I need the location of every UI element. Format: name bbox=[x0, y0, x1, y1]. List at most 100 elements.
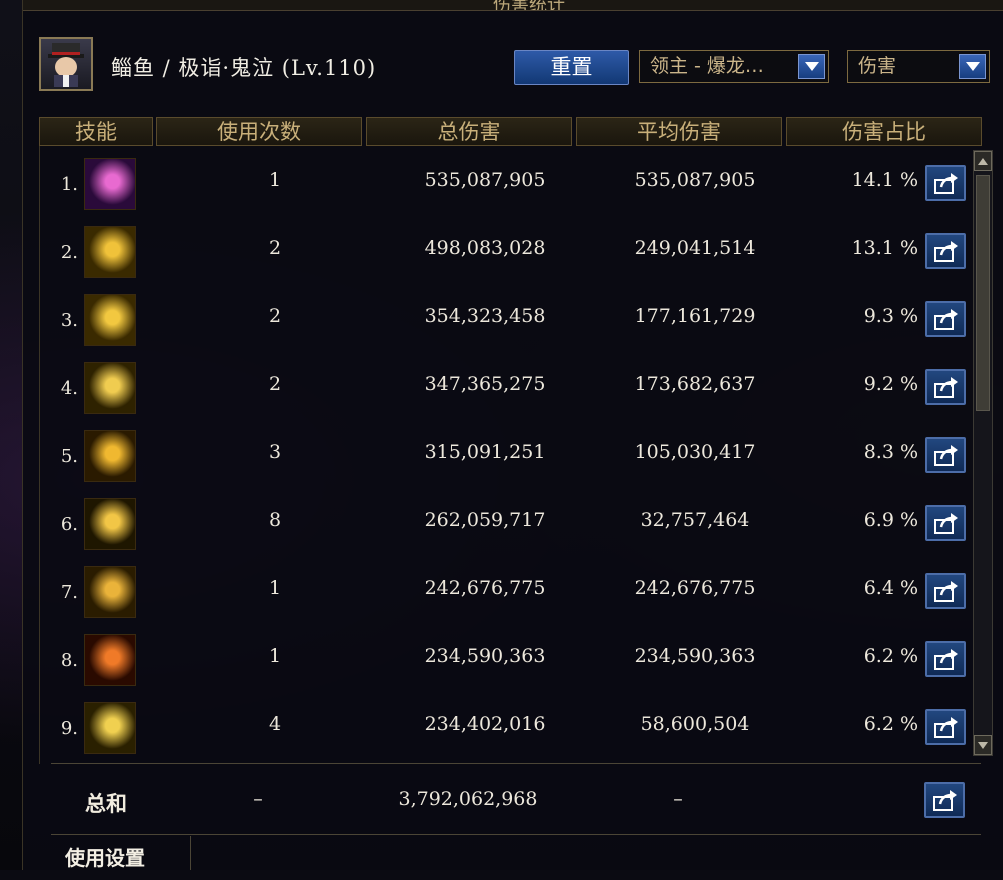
cell-total: 262,059,717 bbox=[424, 509, 546, 531]
damage-stats-window: 伤害统计 鲻鱼 / 极诣·鬼泣 (Lv.110) 重置 领主 - 爆龙… 伤害 … bbox=[22, 0, 1003, 870]
cell-damage-share: 9.3 % bbox=[863, 305, 918, 327]
share-button[interactable] bbox=[925, 505, 966, 541]
table-row: 2. 2 498,083,028 249,041,514 13.1 % bbox=[40, 214, 980, 282]
table-row: 9. 4 234,402,016 58,600,504 6.2 % bbox=[40, 690, 980, 758]
share-button[interactable] bbox=[925, 165, 966, 201]
scroll-up-icon[interactable] bbox=[974, 151, 992, 171]
share-button[interactable] bbox=[925, 369, 966, 405]
window-titlebar: 伤害统计 bbox=[23, 0, 1003, 11]
skill-icon bbox=[84, 158, 136, 210]
share-icon bbox=[933, 377, 958, 398]
row-rank: 6. bbox=[60, 514, 78, 535]
character-portrait-icon bbox=[48, 43, 84, 87]
cell-uses: 8 bbox=[268, 509, 282, 531]
cell-total: 535,087,905 bbox=[424, 169, 546, 191]
cell-avg: 32,757,464 bbox=[640, 509, 750, 531]
share-button[interactable] bbox=[925, 437, 966, 473]
divider bbox=[51, 834, 981, 835]
skill-damage-table: 1. 1 535,087,905 535,087,905 14.1 % 2. 2 498,08… bbox=[39, 146, 980, 764]
scroll-down-icon[interactable] bbox=[974, 735, 992, 755]
cell-avg: 105,030,417 bbox=[634, 441, 756, 463]
cell-damage-share: 13.1 % bbox=[851, 237, 918, 259]
damage-type-select[interactable]: 伤害 bbox=[847, 50, 990, 83]
scroll-thumb[interactable] bbox=[976, 175, 990, 411]
cell-total: 498,083,028 bbox=[424, 237, 546, 259]
row-rank: 9. bbox=[60, 718, 78, 739]
skill-icon bbox=[84, 634, 136, 686]
total-label: 总和 bbox=[85, 792, 127, 816]
chevron-down-icon[interactable] bbox=[959, 54, 986, 79]
divider bbox=[51, 763, 981, 764]
cell-uses: 4 bbox=[268, 713, 282, 735]
share-icon bbox=[933, 717, 958, 738]
table-row: 3. 2 354,323,458 177,161,729 9.3 % bbox=[40, 282, 980, 350]
col-header-average-damage[interactable]: 平均伤害 bbox=[576, 117, 782, 146]
share-icon bbox=[933, 173, 958, 194]
cell-damage-share: 6.9 % bbox=[863, 509, 918, 531]
share-icon bbox=[933, 445, 958, 466]
cell-damage-share: 6.4 % bbox=[863, 577, 918, 599]
cell-damage-share: 8.3 % bbox=[863, 441, 918, 463]
share-icon bbox=[933, 649, 958, 670]
cell-avg: 58,600,504 bbox=[640, 713, 750, 735]
cell-damage-share: 14.1 % bbox=[851, 169, 918, 191]
cell-avg: 249,041,514 bbox=[634, 237, 756, 259]
col-header-skill[interactable]: 技能 bbox=[39, 117, 153, 146]
share-icon bbox=[932, 790, 957, 811]
cell-uses: 2 bbox=[268, 305, 282, 327]
table-scrollbar[interactable] bbox=[973, 150, 993, 756]
table-row: 7. 1 242,676,775 242,676,775 6.4 % bbox=[40, 554, 980, 622]
target-select[interactable]: 领主 - 爆龙… bbox=[639, 50, 829, 83]
table-row: 5. 3 315,091,251 105,030,417 8.3 % bbox=[40, 418, 980, 486]
row-rank: 7. bbox=[60, 582, 78, 603]
reset-button[interactable]: 重置 bbox=[514, 50, 629, 85]
row-rank: 2. bbox=[60, 242, 78, 263]
cell-total: 242,676,775 bbox=[424, 577, 546, 599]
skill-icon bbox=[84, 226, 136, 278]
character-name: 鲻鱼 / 极诣·鬼泣 (Lv.110) bbox=[111, 56, 377, 80]
table-row: 4. 2 347,365,275 173,682,637 9.2 % bbox=[40, 350, 980, 418]
row-rank: 8. bbox=[60, 650, 78, 671]
character-avatar bbox=[39, 37, 93, 91]
cell-uses: 1 bbox=[268, 169, 282, 191]
cell-total: 234,590,363 bbox=[424, 645, 546, 667]
total-average: – bbox=[673, 788, 683, 810]
row-rank: 1. bbox=[60, 174, 78, 195]
total-damage: 3,792,062,968 bbox=[398, 788, 538, 810]
share-button[interactable] bbox=[925, 709, 966, 745]
share-icon bbox=[933, 241, 958, 262]
cell-avg: 242,676,775 bbox=[634, 577, 756, 599]
row-rank: 3. bbox=[60, 310, 78, 331]
table-row: 6. 8 262,059,717 32,757,464 6.9 % bbox=[40, 486, 980, 554]
row-rank: 5. bbox=[60, 446, 78, 467]
table-header: 技能 使用次数 总伤害 平均伤害 伤害占比 bbox=[39, 117, 982, 146]
col-header-damage-share[interactable]: 伤害占比 bbox=[786, 117, 982, 146]
cell-uses: 2 bbox=[268, 373, 282, 395]
skill-icon bbox=[84, 702, 136, 754]
cell-uses: 1 bbox=[268, 577, 282, 599]
cell-damage-share: 6.2 % bbox=[863, 713, 918, 735]
skill-icon bbox=[84, 362, 136, 414]
usage-settings-tab[interactable]: 使用设置 bbox=[51, 836, 191, 870]
cell-avg: 234,590,363 bbox=[634, 645, 756, 667]
skill-icon bbox=[84, 566, 136, 618]
target-select-value: 领主 - 爆龙… bbox=[650, 55, 764, 77]
cell-uses: 3 bbox=[268, 441, 282, 463]
share-icon bbox=[933, 581, 958, 602]
share-total-button[interactable] bbox=[924, 782, 965, 818]
share-button[interactable] bbox=[925, 301, 966, 337]
col-header-total-damage[interactable]: 总伤害 bbox=[366, 117, 572, 146]
window-title: 伤害统计 bbox=[493, 0, 565, 11]
skill-icon bbox=[84, 294, 136, 346]
share-button[interactable] bbox=[925, 233, 966, 269]
col-header-uses[interactable]: 使用次数 bbox=[156, 117, 362, 146]
cell-total: 347,365,275 bbox=[424, 373, 546, 395]
share-button[interactable] bbox=[925, 573, 966, 609]
cell-uses: 1 bbox=[268, 645, 282, 667]
total-uses: – bbox=[253, 788, 263, 810]
cell-total: 234,402,016 bbox=[424, 713, 546, 735]
chevron-down-icon[interactable] bbox=[798, 54, 825, 79]
cell-damage-share: 6.2 % bbox=[863, 645, 918, 667]
share-button[interactable] bbox=[925, 641, 966, 677]
share-icon bbox=[933, 309, 958, 330]
